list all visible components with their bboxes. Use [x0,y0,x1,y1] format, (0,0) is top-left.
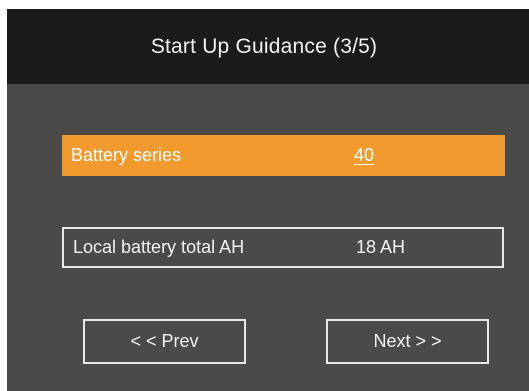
page-title: Start Up Guidance (3/5) [150,34,378,58]
battery-series-value[interactable]: 40 [354,145,374,166]
battery-series-setting[interactable]: Battery series 40 [62,135,505,176]
battery-total-ah-setting[interactable]: Local battery total AH 18 AH [62,227,504,268]
prev-button[interactable]: < < Prev [83,319,246,364]
title-bar: Start Up Guidance (3/5) [7,9,529,84]
next-button[interactable]: Next > > [326,319,489,364]
battery-series-label: Battery series [71,145,182,165]
guidance-screen: Start Up Guidance (3/5) Battery series 4… [7,9,529,391]
battery-total-ah-label: Local battery total AH [73,237,245,257]
battery-total-ah-value[interactable]: 18 AH [356,237,405,258]
